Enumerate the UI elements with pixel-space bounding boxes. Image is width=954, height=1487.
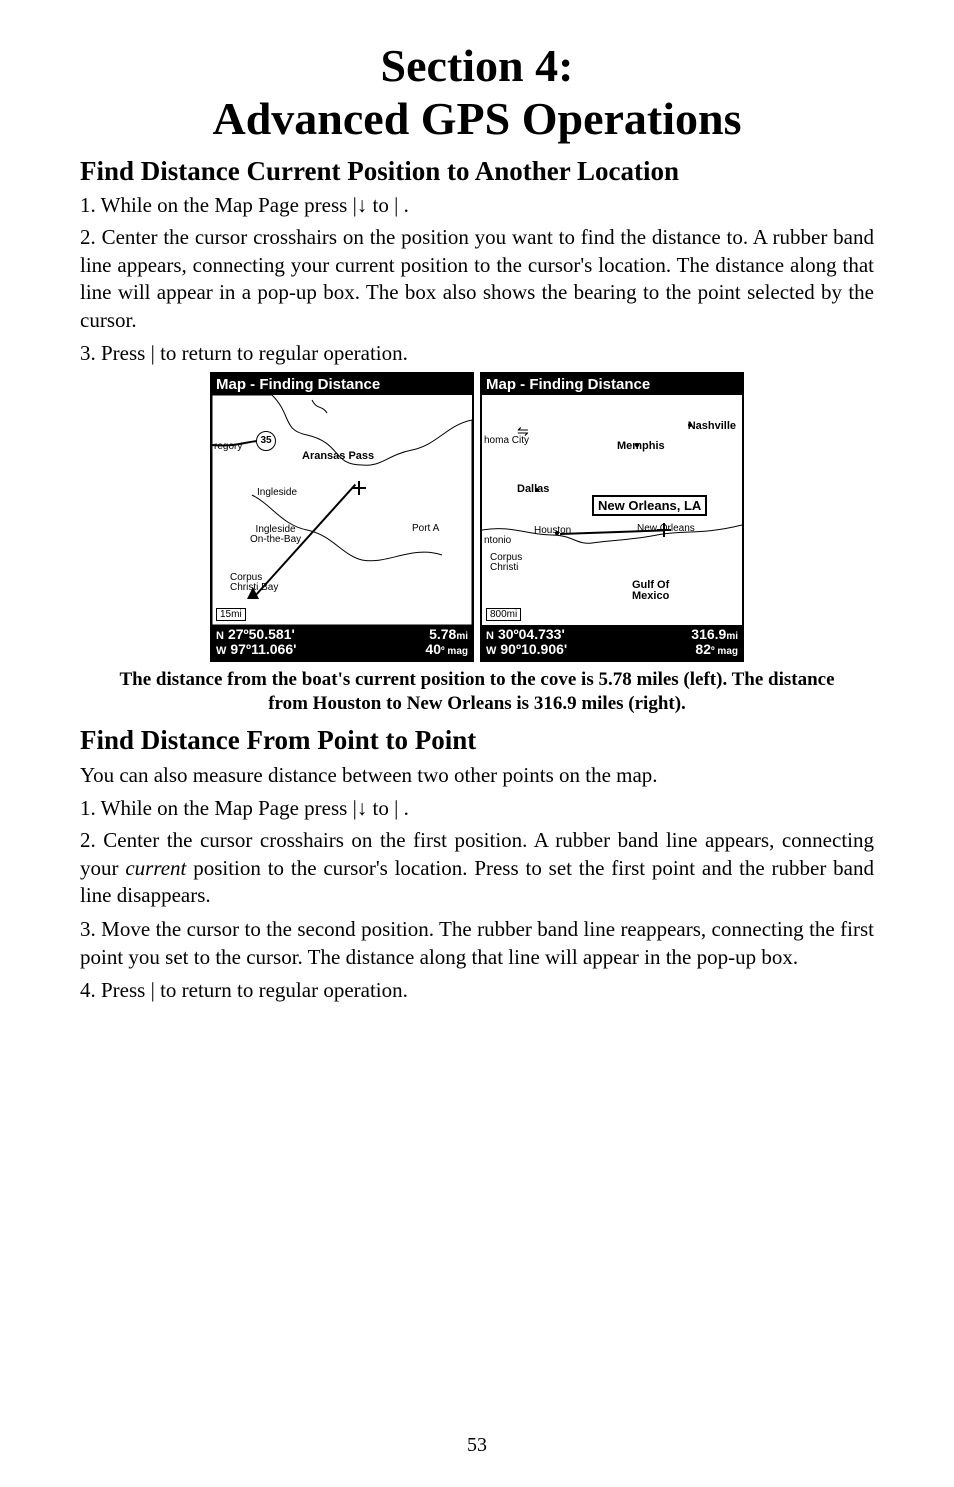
device-right-title: Map - Finding Distance <box>482 374 742 395</box>
footer-right-coords: N30º04.733' W90º10.906' <box>486 627 567 658</box>
figure-caption: The distance from the boat's current pos… <box>110 668 844 716</box>
cursor-crosshair-left <box>352 481 366 495</box>
s2-step1-b: |↓ to <box>353 796 395 820</box>
s1-step3: 3. Press | to return to regular operatio… <box>80 341 874 366</box>
section-heading: Section 4: Advanced GPS Operations <box>80 40 874 146</box>
s1-step3-b: | <box>151 341 155 365</box>
s2-step4: 4. Press | to return to regular operatio… <box>80 978 874 1003</box>
footer-right-bearing: 82 <box>695 641 711 657</box>
s2-step3: 3. Move the cursor to the second positio… <box>80 916 874 971</box>
device-screenshot-left: Map - Finding Distance 35 regory Aransas… <box>210 372 474 662</box>
device-screenshot-right: Map - Finding Distance ⇌ Nashville Memph… <box>480 372 744 662</box>
device-right-footer: N30º04.733' W90º10.906' 316.9mi 82º mag <box>482 625 742 660</box>
rubber-band-line-right <box>560 529 665 535</box>
s2-step1: 1. While on the Map Page press |↓ to | . <box>80 796 874 821</box>
label-ntonio: ntonio <box>484 535 511 546</box>
figure-row: Map - Finding Distance 35 regory Aransas… <box>80 372 874 662</box>
label-ingleside-bay: InglesideOn-the-Bay <box>250 525 301 545</box>
s2-intro: You can also measure distance between tw… <box>80 762 874 790</box>
footer-left-dist-unit: mi <box>456 631 468 642</box>
label-memphis: Memphis <box>617 440 665 452</box>
s1-step3-c: to return to regular operation. <box>160 341 408 365</box>
section-heading-line2: Advanced GPS Operations <box>212 93 741 144</box>
label-homa: homa City <box>484 435 529 446</box>
s2-step2-b: position to the cursor's location. Press <box>186 856 525 880</box>
s2-step1-a: 1. While on the Map Page press <box>80 796 353 820</box>
s1-step1-d: . <box>404 193 409 217</box>
label-dallas: Dallas <box>517 483 549 495</box>
section-heading-line1: Section 4: <box>381 40 574 91</box>
s2-step1-d: . <box>404 796 409 820</box>
subheading-find-distance-current: Find Distance Current Position to Anothe… <box>80 156 874 187</box>
s2-step4-c: to return to regular operation. <box>160 978 408 1002</box>
s2-step2-em: current <box>125 856 186 880</box>
footer-right-dist: 316.9mi 82º mag <box>691 627 738 658</box>
footer-right-bearing-unit: º mag <box>711 646 738 657</box>
popup-neworleans: New Orleans, LA <box>592 495 707 516</box>
s1-step1-c: | <box>394 193 398 217</box>
device-left-title: Map - Finding Distance <box>212 374 472 395</box>
scale-right: 800mi <box>486 608 521 621</box>
s2-step4-a: 4. Press <box>80 978 151 1002</box>
s1-step1: 1. While on the Map Page press |↓ to | . <box>80 193 874 218</box>
footer-right-lon: 90º10.906' <box>500 641 567 657</box>
footer-right-lat: 30º04.733' <box>498 626 565 642</box>
footer-left-bearing: 40 <box>425 641 441 657</box>
route-shield-icon: 35 <box>256 431 276 451</box>
s2-step4-b: | <box>151 978 155 1002</box>
device-left-footer: N27º50.581' W97º11.066' 5.78mi 40º mag <box>212 625 472 660</box>
label-gulf: Gulf OfMexico <box>632 580 669 602</box>
device-left-map: 35 regory Aransas Pass Ingleside Inglesi… <box>212 395 472 625</box>
s1-step3-a: 3. Press <box>80 341 151 365</box>
s2-step1-c: | <box>394 796 398 820</box>
s1-step1-a: 1. While on the Map Page press <box>80 193 353 217</box>
footer-left-dist-val: 5.78 <box>429 626 456 642</box>
page: Section 4: Advanced GPS Operations Find … <box>0 0 954 1487</box>
footer-left-bearing-unit: º mag <box>441 646 468 657</box>
page-number: 53 <box>0 1434 954 1457</box>
subheading-find-distance-p2p: Find Distance From Point to Point <box>80 725 874 756</box>
cursor-crosshair-right <box>657 523 671 537</box>
label-aransas: Aransas Pass <box>302 450 374 462</box>
footer-left-lon: 97º11.066' <box>230 641 296 657</box>
footer-left-lat: 27º50.581' <box>228 626 295 642</box>
label-corpus-r: CorpusChristi <box>490 553 522 573</box>
footer-right-dist-val: 316.9 <box>691 626 726 642</box>
footer-left-coords: N27º50.581' W97º11.066' <box>216 627 296 658</box>
s1-step1-b: |↓ to <box>353 193 395 217</box>
label-regory: regory <box>214 441 242 452</box>
label-nashville: Nashville <box>688 420 736 432</box>
footer-right-dist-unit: mi <box>726 631 738 642</box>
device-right-map: ⇌ Nashville Memphis homa City Dallas Hou… <box>482 395 742 625</box>
scale-left: 15mi <box>216 608 246 621</box>
footer-left-dist: 5.78mi 40º mag <box>425 627 468 658</box>
s2-step2: 2. Center the cursor crosshairs on the f… <box>80 827 874 910</box>
label-ingleside: Ingleside <box>257 487 297 498</box>
label-port-a: Port A <box>412 523 439 534</box>
s1-step2: 2. Center the cursor crosshairs on the p… <box>80 224 874 335</box>
